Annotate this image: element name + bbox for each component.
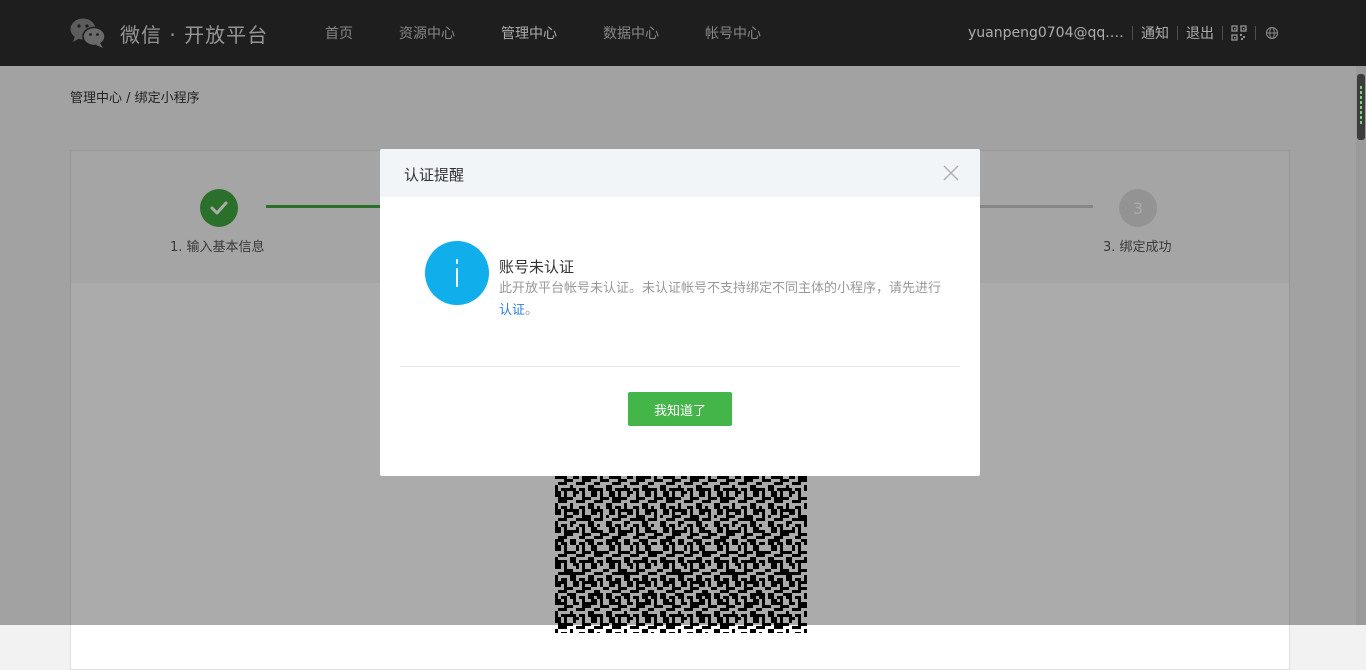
message-title: 账号未认证 [499, 258, 575, 276]
dialog-header: 认证提醒 [380, 149, 980, 197]
message-body: 此开放平台帐号未认证。未认证帐号不支持绑定不同主体的小程序，请先进行认证。 [499, 278, 949, 322]
message-end: 。 [525, 303, 539, 318]
close-icon[interactable] [942, 164, 960, 182]
page-scrollbar[interactable] [1356, 66, 1366, 625]
message-text: 此开放平台帐号未认证。未认证帐号不支持绑定不同主体的小程序，请先进行 [499, 281, 942, 296]
verify-link[interactable]: 认证 [499, 303, 525, 318]
dialog-divider [400, 366, 960, 367]
auth-reminder-dialog: 认证提醒 账号未认证 此开放平台帐号未认证。未认证帐号不支持绑定不同主体的小程序… [380, 149, 980, 476]
scrollbar-thumb[interactable] [1357, 74, 1365, 140]
info-icon [425, 241, 489, 305]
dialog-title: 认证提醒 [404, 166, 465, 184]
got-it-button[interactable]: 我知道了 [628, 392, 732, 426]
